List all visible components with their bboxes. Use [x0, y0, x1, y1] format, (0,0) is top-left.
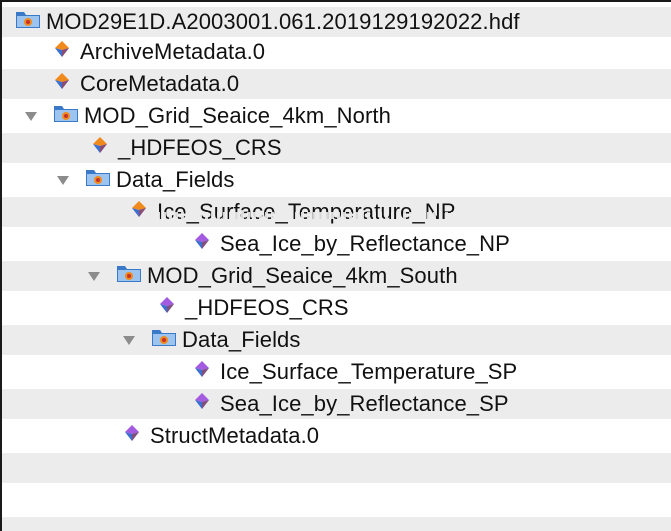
hdf-tree-view: MOD29E1D.A2003001.061.2019129192022.hdf …	[0, 0, 671, 531]
attribute-icon	[90, 135, 110, 161]
disclosure-triangle-expanded-icon[interactable]	[87, 269, 101, 283]
tree-row-dataset[interactable]: Ice_Surface_Temperature_SP	[2, 357, 671, 387]
group-folder-icon	[115, 262, 143, 290]
tree-row-dataset[interactable]: Sea_Ice_by_Reflectance_SP	[2, 389, 671, 419]
dataset-icon	[192, 359, 212, 385]
tree-row-label: Ice_Surface_Temperature_SP	[220, 359, 518, 384]
dataset-icon	[129, 199, 149, 225]
group-folder-icon	[52, 102, 80, 130]
tree-row-attribute[interactable]: StructMetadata.0	[2, 421, 671, 451]
tree-row-label: _HDFEOS_CRS	[185, 295, 349, 320]
group-folder-icon	[150, 326, 178, 354]
tree-row-label: Sea_Ice_by_Reflectance_SP	[220, 391, 509, 416]
tree-row-file[interactable]: MOD29E1D.A2003001.061.2019129192022.hdf	[2, 7, 671, 37]
empty-row	[2, 517, 671, 531]
tree-row-attribute[interactable]: _HDFEOS_CRS	[2, 293, 671, 323]
tree-row-label: MOD_Grid_Seaice_4km_North	[84, 103, 391, 128]
tree-row-label: ArchiveMetadata.0	[80, 39, 266, 64]
tree-row-dataset[interactable]: Sea_Ice_by_Reflectance_NP	[2, 229, 671, 259]
tree-row-label: CoreMetadata.0	[80, 71, 240, 96]
empty-row	[2, 453, 671, 483]
tree-row-group[interactable]: Data_Fields	[2, 325, 671, 355]
tree-row-label: _HDFEOS_CRS	[118, 135, 282, 160]
tree-row-attribute[interactable]: ArchiveMetadata.0	[2, 37, 671, 67]
tree-row-attribute[interactable]: CoreMetadata.0	[2, 69, 671, 99]
tree-row-dataset[interactable]: Ice_Surface_Temperature_NP	[2, 197, 671, 227]
tree-row-label: Sea_Ice_by_Reflectance_NP	[220, 231, 510, 256]
disclosure-triangle-expanded-icon[interactable]	[24, 109, 38, 123]
tree-row-label: Ice_Surface_Temperature_NP	[157, 199, 456, 224]
attribute-icon	[52, 71, 72, 97]
group-folder-icon	[84, 166, 112, 194]
tree-row-label: Data_Fields	[182, 327, 301, 352]
hdf-file-icon	[14, 8, 42, 36]
attribute-icon	[157, 295, 177, 321]
tree-row-attribute[interactable]: _HDFEOS_CRS	[2, 133, 671, 163]
tree-row-group[interactable]: MOD_Grid_Seaice_4km_South	[2, 261, 671, 291]
attribute-icon	[52, 39, 72, 65]
attribute-icon	[122, 423, 142, 449]
disclosure-triangle-expanded-icon[interactable]	[56, 173, 70, 187]
disclosure-triangle-expanded-icon[interactable]	[122, 333, 136, 347]
tree-row-label: Data_Fields	[116, 167, 235, 192]
tree-row-label: MOD_Grid_Seaice_4km_South	[147, 263, 458, 288]
tree-row-label: StructMetadata.0	[150, 423, 320, 448]
empty-row	[2, 485, 671, 515]
tree-row-group[interactable]: MOD_Grid_Seaice_4km_North	[2, 101, 671, 131]
tree-row-label: MOD29E1D.A2003001.061.2019129192022.hdf	[46, 9, 520, 34]
dataset-icon	[192, 391, 212, 417]
dataset-icon	[192, 231, 212, 257]
tree-row-group[interactable]: Data_Fields	[2, 165, 671, 195]
